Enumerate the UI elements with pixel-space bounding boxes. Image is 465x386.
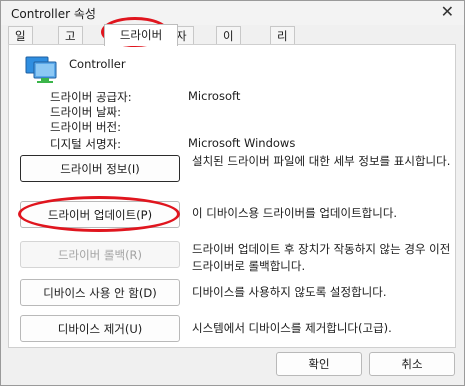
tab-events[interactable]: 이벤트 (216, 26, 241, 79)
disable-device-desc: 디바이스를 사용하지 않도록 설정합니다. (192, 285, 387, 299)
driver-version-label: 드라이버 버전: (50, 120, 122, 134)
update-driver-desc: 이 디바이스용 드라이버를 업데이트합니다. (192, 206, 398, 220)
monitor-icon (25, 56, 57, 83)
ok-button[interactable]: 확인 (276, 352, 362, 376)
driver-details-button[interactable]: 드라이버 정보(I) (20, 155, 180, 182)
uninstall-device-button[interactable]: 디바이스 제거(U) (20, 315, 180, 342)
roll-back-driver-button[interactable]: 드라이버 롤백(R) (20, 241, 180, 268)
roll-back-driver-desc: 드라이버 업데이트 후 장치가 작동하지 않는 경우 이전 드라이버로 롤백합니… (192, 242, 451, 273)
tab-resources[interactable]: 리소스 (270, 26, 295, 79)
tab-general[interactable]: 일반 (8, 26, 33, 61)
close-icon[interactable]: ✕ (441, 2, 454, 21)
driver-details-desc: 설치된 드라이버 파일에 대한 세부 정보를 표시합니다. (192, 154, 451, 168)
title-bar: Controller 속성 ✕ (1, 1, 464, 25)
window-title: Controller 속성 (11, 7, 96, 21)
driver-date-label: 드라이버 날짜: (50, 105, 122, 119)
tab-driver[interactable]: 드라이버 (104, 24, 178, 46)
digital-signer-label: 디지털 서명자: (50, 137, 122, 151)
tab-advanced[interactable]: 고급 (58, 26, 83, 61)
uninstall-device-desc: 시스템에서 디바이스를 제거합니다(고급). (192, 321, 392, 335)
update-driver-button[interactable]: 드라이버 업데이트(P) (20, 201, 180, 228)
device-name: Controller (69, 57, 126, 71)
disable-device-button[interactable]: 디바이스 사용 안 함(D) (20, 279, 180, 306)
digital-signer-value: Microsoft Windows (188, 136, 296, 150)
driver-provider-value: Microsoft (188, 89, 241, 103)
driver-provider-label: 드라이버 공급자: (50, 90, 132, 104)
cancel-button[interactable]: 취소 (369, 352, 455, 376)
